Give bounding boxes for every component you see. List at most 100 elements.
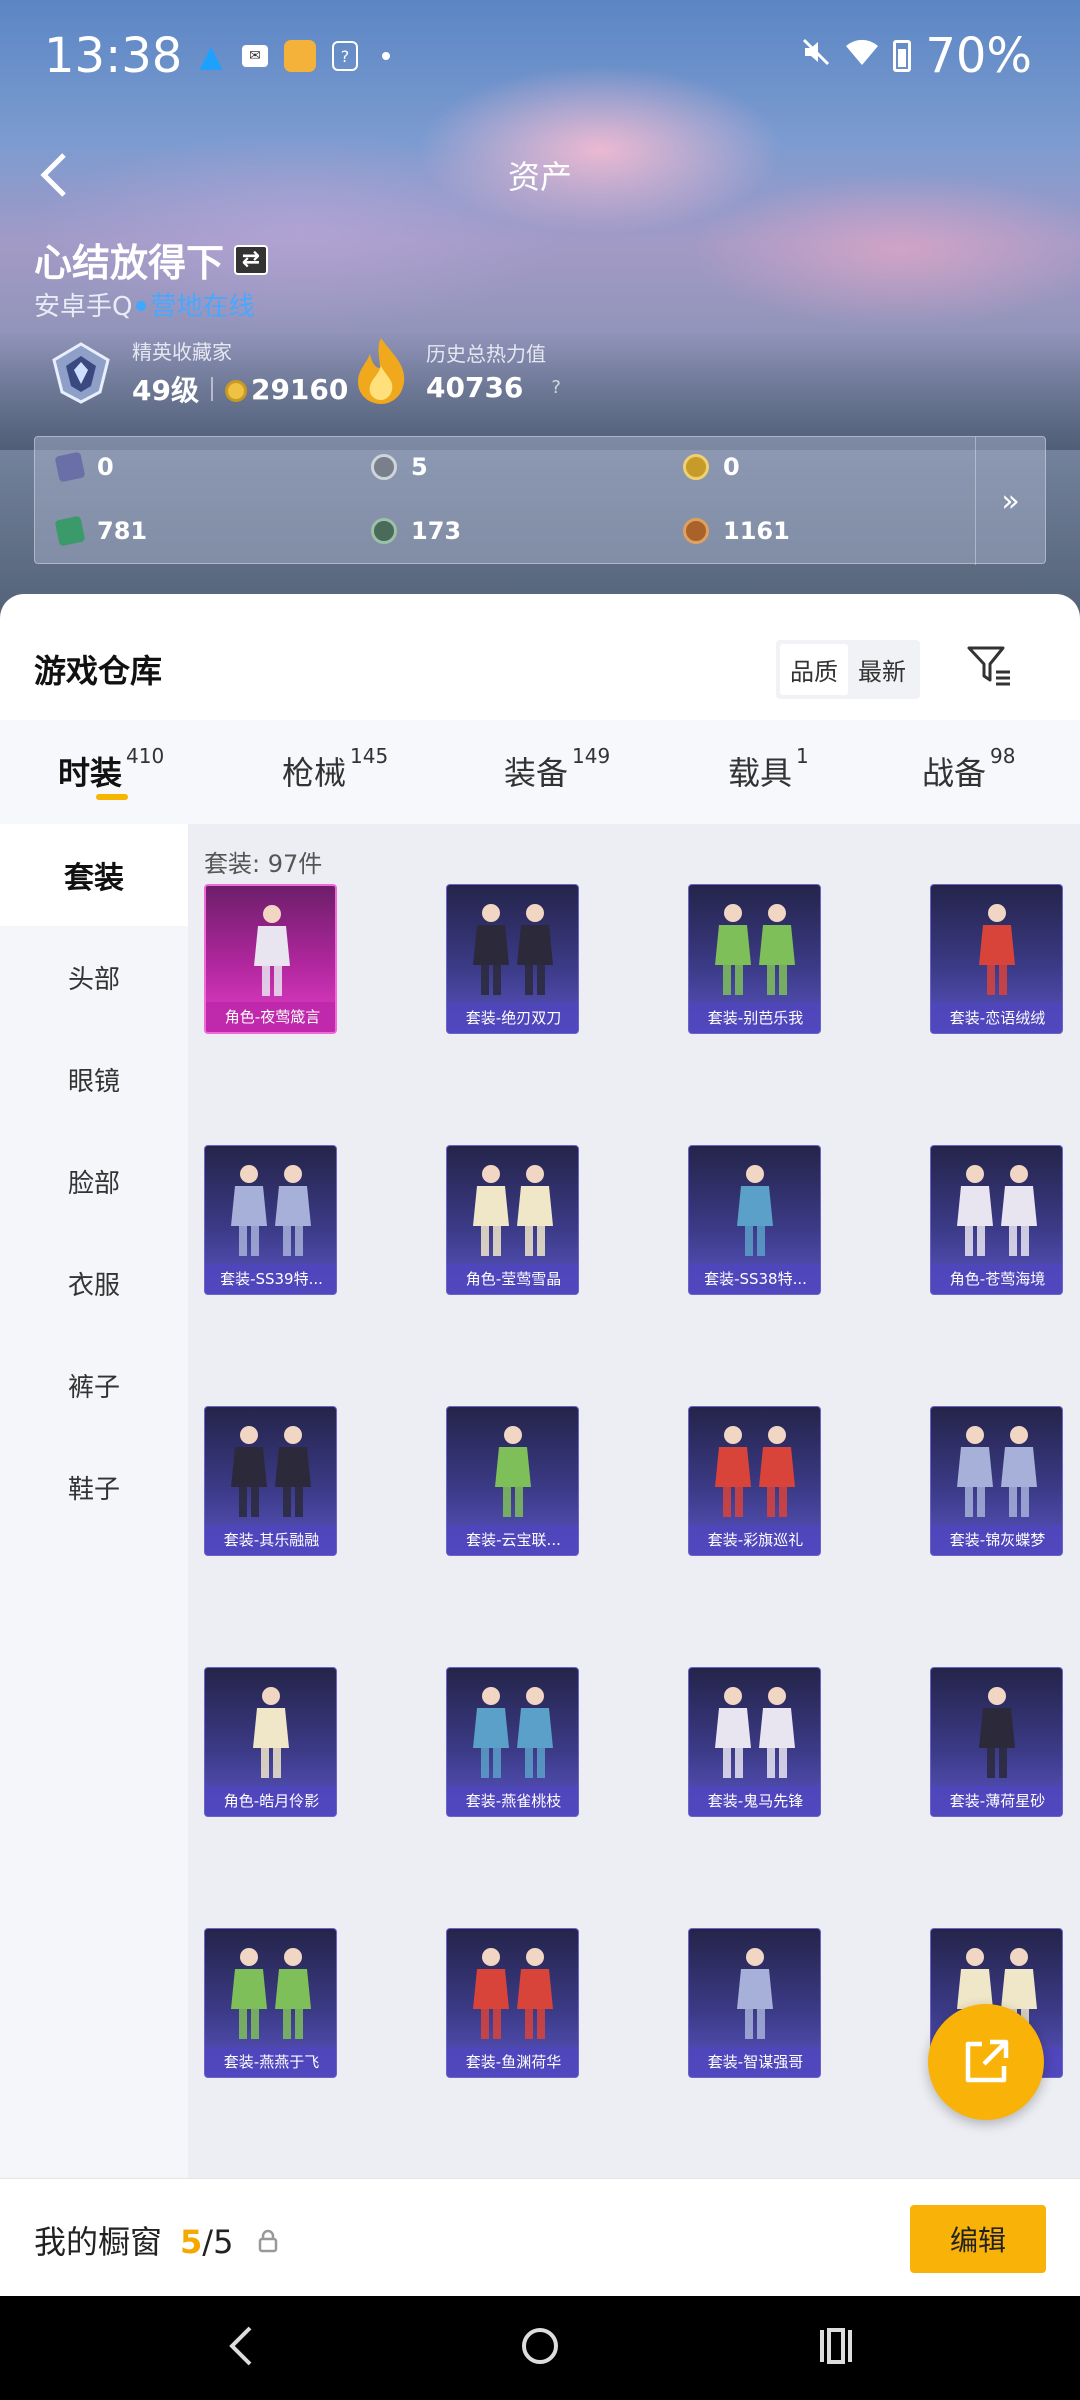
item-count-label: 套装: 97件 (204, 850, 323, 878)
currency-item: 781 (54, 515, 148, 547)
nav-home-button[interactable] (520, 2324, 560, 2378)
sort-newest-button[interactable]: 最新 (848, 644, 916, 695)
outfit-figure-image (254, 905, 290, 996)
item-card-label: 套装-智谋强哥 (689, 2047, 820, 2077)
filter-icon (967, 646, 1010, 686)
currency-panel: 0 5 0 781 173 1161 » (34, 436, 1046, 565)
qq-icon: ▲ (199, 38, 223, 74)
sidebar-item-suits[interactable]: 套装 (0, 824, 188, 926)
item-card-label: 套装-恋语绒绒 (931, 1003, 1062, 1033)
sidebar-item-face[interactable]: 脸部 (0, 1130, 188, 1232)
item-card[interactable]: 套装-鱼渊荷华 (446, 1928, 579, 2078)
tab-count: 145 (350, 744, 389, 768)
sidebar-item-glasses[interactable]: 眼镜 (0, 1028, 188, 1130)
edit-button[interactable]: 编辑 (910, 2205, 1046, 2273)
outfit-figure-image (715, 904, 795, 995)
item-card[interactable]: 套装-SS39特... (204, 1145, 337, 1295)
outfit-figure-image (231, 1426, 311, 1517)
item-card[interactable]: 套装-恋语绒绒 (930, 884, 1063, 1034)
lock-icon (259, 2229, 278, 2253)
item-card[interactable]: 套装-绝刃双刀 (446, 884, 579, 1034)
item-card[interactable]: 套装-彩旗巡礼 (688, 1406, 821, 1556)
item-card-label: 套装-燕燕于飞 (205, 2047, 336, 2077)
item-card-label: 套装-锦灰蝶梦 (931, 1525, 1062, 1555)
item-card[interactable]: 套装-燕燕于飞 (204, 1928, 337, 2078)
outfit-figure-image (473, 904, 553, 995)
item-card-label: 套装-鬼马先锋 (689, 1786, 820, 1816)
outfit-figure-image (473, 1687, 553, 1778)
tab-equipment[interactable]: 装备 149 (504, 744, 610, 794)
sidebar-item-clothes[interactable]: 衣服 (0, 1232, 188, 1334)
item-card-label: 套装-SS38特... (689, 1264, 820, 1294)
game-app-icon (284, 40, 316, 72)
item-card[interactable]: 套装-别芭乐我 (688, 884, 821, 1034)
tab-count: 1 (796, 744, 809, 768)
item-card[interactable]: 套装-燕雀桃枝 (446, 1667, 579, 1817)
nav-home-icon (522, 2328, 558, 2364)
item-card[interactable]: 套装-锦灰蝶梦 (930, 1406, 1063, 1556)
tab-vehicles[interactable]: 载具 1 (728, 744, 809, 794)
tab-supplies[interactable]: 战备 98 (922, 744, 1015, 794)
item-card-label: 套装-别芭乐我 (689, 1003, 820, 1033)
divider (210, 377, 213, 401)
outfit-figure-image (979, 904, 1015, 995)
nav-recents-button[interactable] (816, 2324, 856, 2378)
item-card[interactable]: 角色-皓月伶影 (204, 1667, 337, 1817)
rank-block[interactable]: 精英收藏家 49级 29160 (48, 336, 348, 409)
sidebar-item-pants[interactable]: 裤子 (0, 1334, 188, 1436)
outfit-figure-image (495, 1426, 531, 1517)
item-card[interactable]: 套装-其乐融融 (204, 1406, 337, 1556)
sort-toggle: 品质 最新 (776, 640, 920, 699)
rank-title: 精英收藏家 (132, 340, 232, 364)
item-card[interactable]: 角色-夜莺箴言 (204, 884, 337, 1034)
outfit-figure-image (715, 1687, 795, 1778)
mute-icon (801, 37, 831, 75)
tab-label: 战备 (922, 754, 987, 792)
item-card[interactable]: 套装-SS38特... (688, 1145, 821, 1295)
item-card-label: 套装-燕雀桃枝 (447, 1786, 578, 1816)
status-right: 70% (801, 28, 1032, 84)
silver-coin-icon (371, 454, 397, 480)
tab-guns[interactable]: 枪械 145 (282, 744, 388, 794)
more-currencies-button[interactable]: » (975, 437, 1045, 565)
currency-item: 173 (371, 517, 461, 545)
system-nav-bar (0, 2296, 1080, 2400)
points-coin-icon (224, 379, 247, 402)
wifi-icon (845, 37, 879, 75)
filter-button[interactable] (966, 642, 1012, 688)
outfit-figure-image (231, 1948, 311, 2039)
currency-value: 0 (97, 453, 114, 481)
heat-block[interactable]: 历史总热力值 40736 ? (352, 336, 561, 406)
currency-item: 0 (54, 451, 114, 483)
item-card[interactable]: 角色-苍莺海境 (930, 1145, 1063, 1295)
card-icon (54, 451, 86, 483)
currency-value: 781 (97, 517, 148, 545)
item-card[interactable]: 套装-鬼马先锋 (688, 1667, 821, 1817)
tab-label: 时装 (58, 754, 123, 792)
share-button[interactable] (928, 2004, 1044, 2120)
bronze-coin-icon (683, 518, 709, 544)
sidebar-item-shoes[interactable]: 鞋子 (0, 1436, 188, 1538)
item-card[interactable]: 套装-智谋强哥 (688, 1928, 821, 2078)
nav-back-button[interactable] (226, 2324, 256, 2378)
item-card-label: 套装-薄荷星砂 (931, 1786, 1062, 1816)
item-card-label: 套装-绝刃双刀 (447, 1003, 578, 1033)
external-link-icon (965, 2039, 1009, 2083)
rank-points: 29160 (224, 373, 348, 406)
sidebar-item-head[interactable]: 头部 (0, 926, 188, 1028)
item-card[interactable]: 角色-莹莺雪晶 (446, 1145, 579, 1295)
tab-label: 装备 (504, 754, 569, 792)
showcase-separator: / (202, 2223, 214, 2261)
help-icon[interactable]: ? (551, 377, 561, 398)
platform-text: 安卓手Q (34, 292, 133, 322)
sort-quality-button[interactable]: 品质 (780, 644, 848, 695)
online-dot-icon (136, 300, 147, 311)
switch-account-icon[interactable]: ⇄ (234, 244, 269, 275)
outfit-figure-image (473, 1948, 553, 2039)
item-card[interactable]: 套装-云宝联... (446, 1406, 579, 1556)
item-card[interactable]: 套装-薄荷星砂 (930, 1667, 1063, 1817)
showcase-title: 我的橱窗 (34, 2223, 163, 2261)
outfit-figure-image (979, 1687, 1015, 1778)
currency-value: 1161 (723, 517, 790, 545)
tab-fashion[interactable]: 时装 410 (58, 744, 164, 794)
